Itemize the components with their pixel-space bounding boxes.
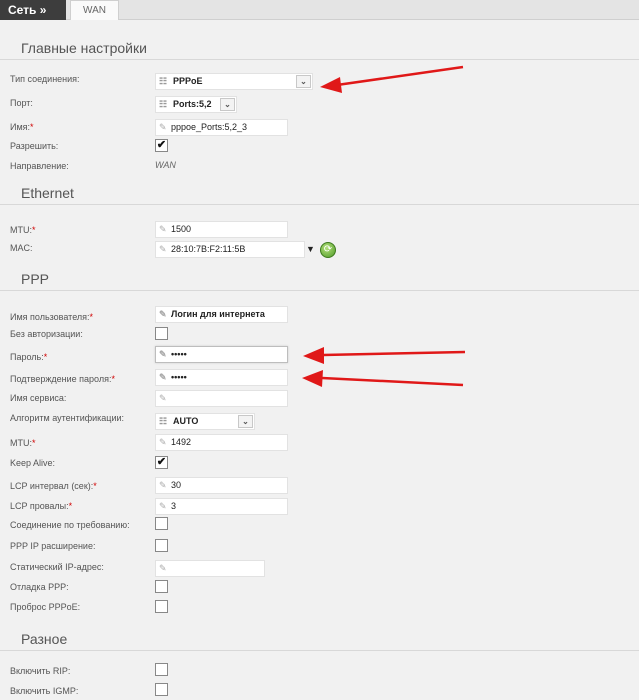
arrow-confirm-password — [302, 370, 464, 387]
arrow-connection-type — [320, 65, 464, 93]
annotation-arrows — [302, 65, 466, 387]
arrow-password — [303, 347, 466, 364]
